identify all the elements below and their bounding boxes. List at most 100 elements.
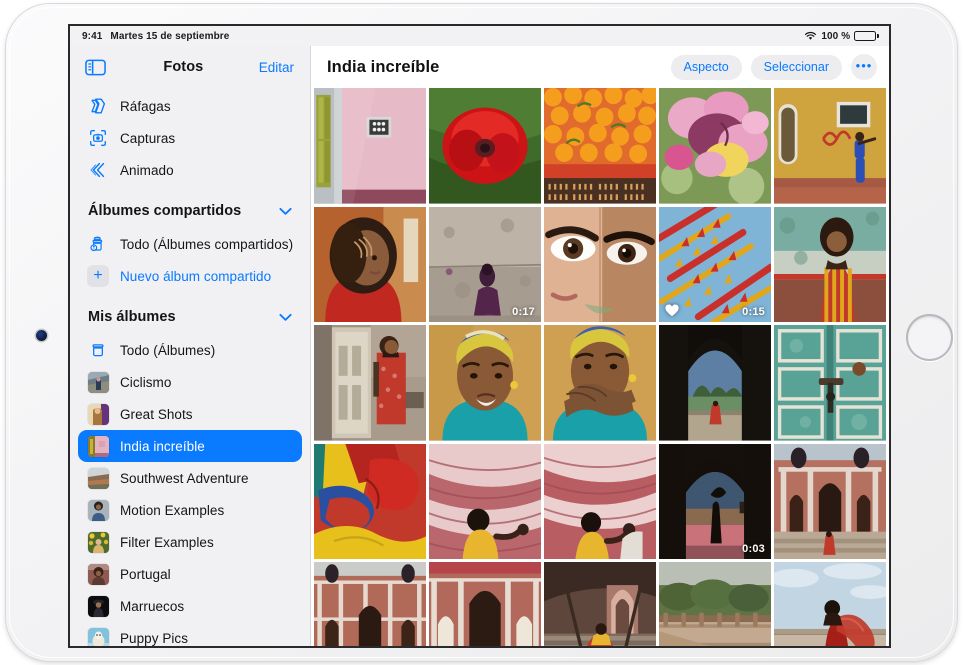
chevron-down-icon[interactable]: [279, 313, 292, 322]
edit-button[interactable]: Editar: [259, 60, 296, 75]
main-toolbar: India increíble Aspecto Seleccionar •••: [311, 46, 889, 88]
battery-full-icon: [854, 31, 879, 41]
sidebar-item-label: Animado: [120, 163, 174, 178]
album-thumbnail: [86, 499, 110, 521]
sidebar-item-label: Great Shots: [120, 407, 193, 422]
album-thumbnail: [86, 403, 110, 425]
sidebar-item-todo-albumes[interactable]: Todo (Álbumes): [78, 334, 302, 366]
photo-tile[interactable]: [429, 88, 541, 204]
video-duration: 0:15: [742, 306, 765, 318]
photo-grid[interactable]: 0:17: [311, 88, 889, 646]
battery-percent-label: 100 %: [821, 31, 850, 42]
status-bar-right: 100 %: [804, 31, 879, 42]
front-camera-dot: [36, 330, 47, 341]
album-thumbnail: [86, 595, 110, 617]
photo-tile[interactable]: [659, 325, 771, 441]
album-thumbnail: [86, 563, 110, 585]
section-header-my-albums[interactable]: Mis álbumes: [78, 302, 302, 332]
shared-all-icon: [86, 233, 110, 255]
video-duration: 0:03: [742, 543, 765, 555]
sidebar-item-label: Nuevo álbum compartido: [120, 269, 271, 284]
photo-tile[interactable]: [314, 207, 426, 323]
photo-tile[interactable]: 0:15: [659, 207, 771, 323]
plus-icon: +: [86, 265, 110, 287]
ipad-screen: 9:41 Martes 15 de septiembre 100 %: [70, 26, 889, 646]
status-time: 9:41: [82, 31, 102, 42]
bursts-icon: [86, 95, 110, 117]
sidebar-item-label: Ráfagas: [120, 99, 171, 114]
main-pane: India increíble Aspecto Seleccionar •••: [311, 46, 889, 646]
sidebar-item-filter-examples[interactable]: Filter Examples: [78, 526, 302, 558]
status-bar-left: 9:41 Martes 15 de septiembre: [82, 31, 229, 42]
sidebar-item-marruecos[interactable]: Marruecos: [78, 590, 302, 622]
sidebar-item-great-shots[interactable]: Great Shots: [78, 398, 302, 430]
albums-all-icon: [86, 339, 110, 361]
select-button[interactable]: Seleccionar: [751, 55, 842, 80]
sidebar: Fotos Editar Ráfagas: [70, 46, 311, 646]
section-title: Mis álbumes: [88, 309, 176, 325]
sidebar-toggle-icon[interactable]: [82, 56, 108, 78]
photo-tile[interactable]: 0:17: [429, 207, 541, 323]
sidebar-item-motion-examples[interactable]: Motion Examples: [78, 494, 302, 526]
app-content: Fotos Editar Ráfagas: [70, 46, 889, 646]
sidebar-item-ciclismo[interactable]: Ciclismo: [78, 366, 302, 398]
sidebar-item-label: India increíble: [120, 439, 205, 454]
sidebar-item-southwest-adventure[interactable]: Southwest Adventure: [78, 462, 302, 494]
section-title: Álbumes compartidos: [88, 203, 241, 219]
sidebar-list[interactable]: Ráfagas: [70, 88, 310, 646]
photo-tile[interactable]: [314, 444, 426, 560]
sidebar-item-label: Marruecos: [120, 599, 184, 614]
video-duration: 0:17: [512, 306, 535, 318]
photo-tile[interactable]: [544, 325, 656, 441]
more-ellipsis-icon[interactable]: •••: [851, 54, 877, 80]
sidebar-item-label: Capturas: [120, 131, 175, 146]
photo-tile[interactable]: [774, 88, 886, 204]
sidebar-item-todo-albumes-compartidos[interactable]: Todo (Álbumes compartidos): [78, 228, 302, 260]
page-title: Fotos: [108, 59, 259, 75]
photo-tile[interactable]: [314, 88, 426, 204]
toolbar-actions: Aspecto Seleccionar •••: [671, 54, 878, 80]
photo-tile[interactable]: [774, 444, 886, 560]
sidebar-item-label: Motion Examples: [120, 503, 224, 518]
photo-tile[interactable]: [429, 562, 541, 646]
sidebar-item-rafagas[interactable]: Ráfagas: [78, 90, 302, 122]
photo-tile[interactable]: [544, 444, 656, 560]
photo-tile[interactable]: [314, 325, 426, 441]
album-thumbnail: [86, 531, 110, 553]
sidebar-item-portugal[interactable]: Portugal: [78, 558, 302, 590]
photo-tile[interactable]: [774, 325, 886, 441]
photo-tile[interactable]: [659, 562, 771, 646]
sidebar-item-label: Todo (Álbumes): [120, 343, 215, 358]
favorite-heart-icon: [665, 304, 679, 317]
sidebar-header: Fotos Editar: [70, 46, 310, 88]
photo-tile[interactable]: [314, 562, 426, 646]
sidebar-item-label: Filter Examples: [120, 535, 214, 550]
wifi-icon: [804, 31, 817, 41]
sidebar-item-animado[interactable]: Animado: [78, 154, 302, 186]
photo-tile[interactable]: [429, 444, 541, 560]
sidebar-item-india-increible[interactable]: India increíble: [78, 430, 302, 462]
animated-icon: [86, 159, 110, 181]
photo-tile[interactable]: [429, 325, 541, 441]
sidebar-item-puppy-pics[interactable]: Puppy Pics: [78, 622, 302, 646]
album-title: India increíble: [327, 58, 439, 77]
sidebar-item-label: Southwest Adventure: [120, 471, 249, 486]
section-header-shared-albums[interactable]: Álbumes compartidos: [78, 196, 302, 226]
photo-tile[interactable]: [544, 88, 656, 204]
photo-tile[interactable]: 0:03: [659, 444, 771, 560]
photo-tile[interactable]: [774, 207, 886, 323]
chevron-down-icon[interactable]: [279, 207, 292, 216]
sidebar-item-nuevo-album-compartido[interactable]: + Nuevo álbum compartido: [78, 260, 302, 292]
ipad-device-frame: 9:41 Martes 15 de septiembre 100 %: [6, 4, 957, 661]
home-button[interactable]: [906, 314, 953, 361]
photo-tile[interactable]: [544, 562, 656, 646]
photo-tile[interactable]: [774, 562, 886, 646]
sidebar-item-label: Todo (Álbumes compartidos): [120, 237, 293, 252]
sidebar-item-label: Ciclismo: [120, 375, 171, 390]
photo-tile[interactable]: [659, 88, 771, 204]
album-thumbnail: [86, 371, 110, 393]
photo-tile[interactable]: [544, 207, 656, 323]
status-bar: 9:41 Martes 15 de septiembre 100 %: [70, 26, 889, 46]
aspect-button[interactable]: Aspecto: [671, 55, 742, 80]
sidebar-item-capturas[interactable]: Capturas: [78, 122, 302, 154]
